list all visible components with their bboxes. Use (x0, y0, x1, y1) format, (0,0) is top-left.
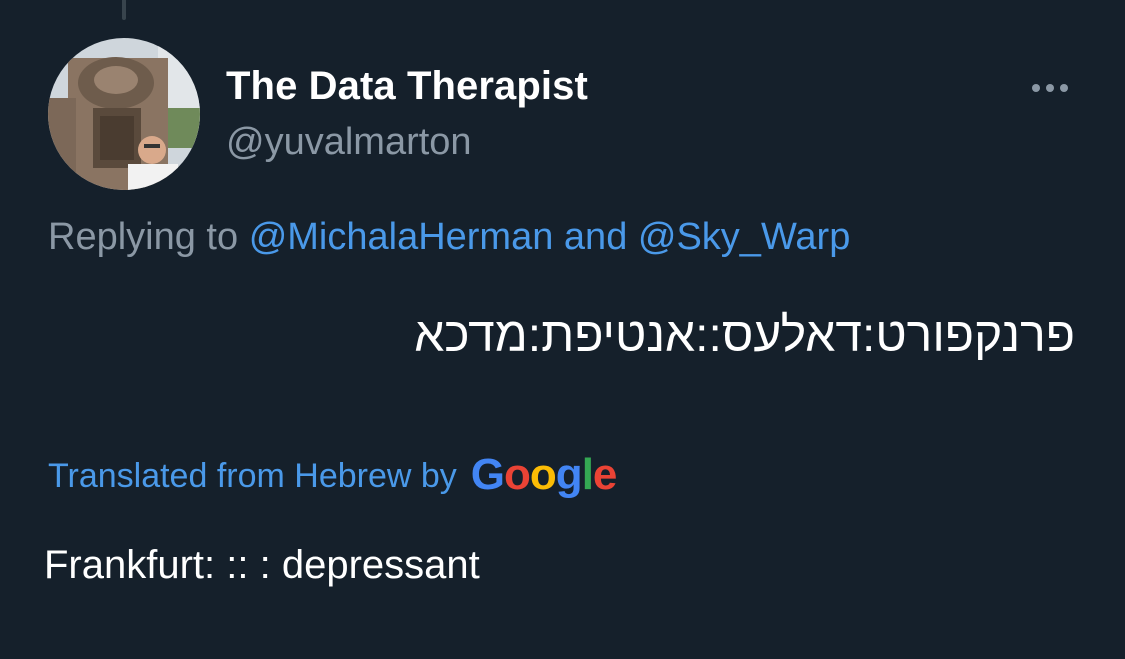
translated-tweet-text: Frankfurt: :: : depressant (44, 543, 480, 587)
avatar-image (48, 38, 200, 190)
mention-link-sky-warp[interactable]: @Sky_Warp (638, 216, 850, 258)
thread-connector-line (122, 0, 126, 20)
mention-link-michalaherman[interactable]: @MichalaHerman (249, 216, 554, 258)
tweet-text: פרנקפורט:דאלעס::אנטיפת:מדכא (414, 309, 1075, 362)
more-options-icon[interactable] (1024, 74, 1076, 102)
translation-attribution[interactable]: Translated from Hebrew by Google (48, 448, 618, 499)
replying-to-label: Replying to (48, 216, 239, 258)
author-handle[interactable]: @yuvalmarton (226, 121, 472, 164)
replying-to-line: Replying to @MichalaHerman and @Sky_Warp (48, 216, 850, 259)
avatar[interactable] (48, 38, 200, 190)
google-logo: Google (470, 450, 618, 499)
author-display-name[interactable]: The Data Therapist (226, 64, 588, 109)
mention-conjunction[interactable]: and (564, 216, 627, 258)
translation-label: Translated from Hebrew by (48, 457, 457, 495)
